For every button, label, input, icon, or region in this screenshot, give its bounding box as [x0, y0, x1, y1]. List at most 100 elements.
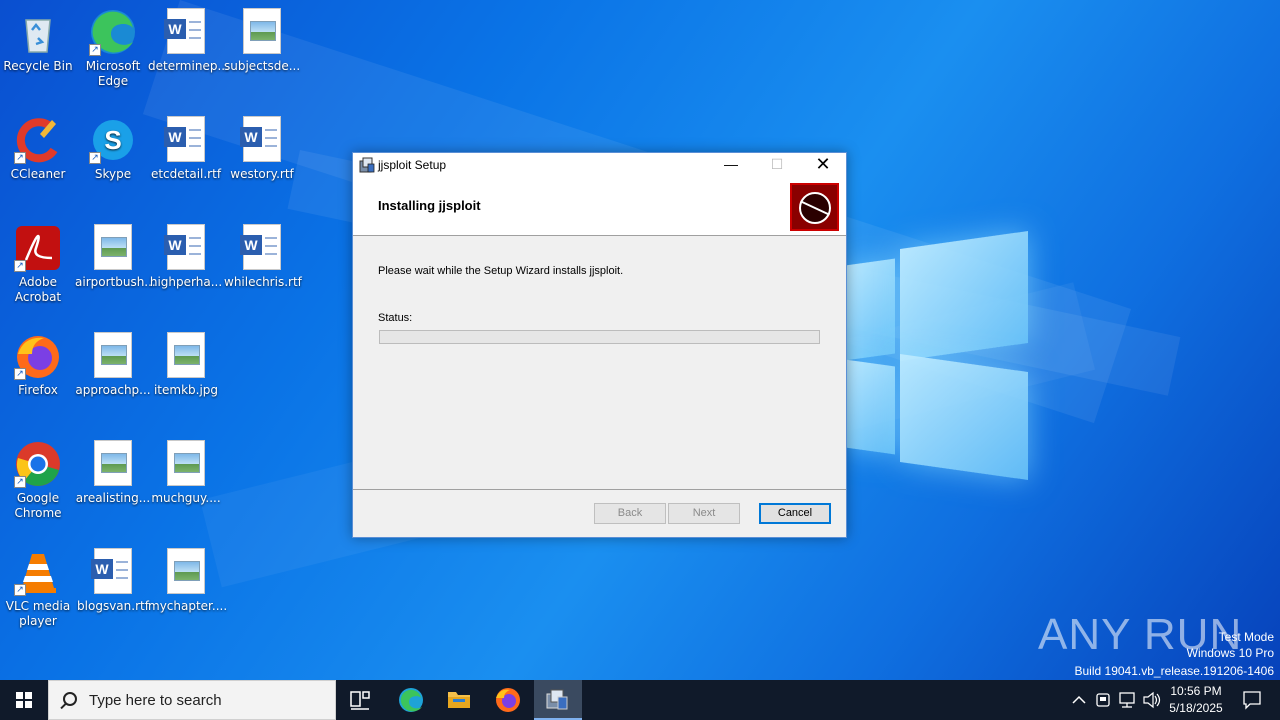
- word-doc-icon: W: [238, 224, 286, 272]
- desktop-icon[interactable]: Wblogsvan.rtf: [75, 544, 151, 614]
- image-file-icon: [162, 548, 210, 596]
- install-progress-bar: [379, 330, 820, 344]
- shortcut-arrow-icon: ↗: [14, 368, 26, 380]
- wizard-message: Please wait while the Setup Wizard insta…: [378, 265, 624, 277]
- image-file-icon: [162, 440, 210, 488]
- desktop-icon[interactable]: ↗ Microsoft Edge: [75, 4, 151, 89]
- desktop-icon-label: Adobe Acrobat: [14, 275, 62, 304]
- search-placeholder: Type here to search: [89, 692, 222, 709]
- next-button[interactable]: Next: [668, 503, 740, 524]
- image-file-icon: [238, 8, 286, 56]
- edge-icon: ↗: [89, 8, 137, 56]
- desktop-icon[interactable]: Wdeterminep...: [148, 4, 229, 74]
- task-view-button[interactable]: [336, 680, 384, 720]
- cancel-button[interactable]: Cancel: [759, 503, 831, 524]
- desktop-icon-label: arealisting...: [75, 491, 151, 505]
- action-center-button[interactable]: [1232, 680, 1272, 720]
- maximize-button[interactable]: ☐: [754, 153, 800, 177]
- svg-text:S: S: [104, 125, 121, 155]
- wizard-heading: Installing jjsploit: [378, 198, 481, 213]
- desktop-icon-label: Recycle Bin: [3, 59, 73, 73]
- search-icon: [63, 692, 77, 706]
- desktop-icon[interactable]: Wwestory.rtf: [224, 112, 300, 182]
- tray-device-button[interactable]: [1092, 680, 1114, 720]
- build-text: Build 19041.vb_release.191206-1406: [1074, 664, 1275, 678]
- setup-window: jjsploit Setup — ☐ ✕ Installing jjsploit…: [352, 152, 847, 538]
- desktop-icon-label: westory.rtf: [230, 167, 294, 181]
- desktop-icon[interactable]: approachp...: [75, 328, 151, 398]
- installer-icon: [546, 689, 568, 710]
- desktop-icon-label: Microsoft Edge: [85, 59, 141, 88]
- desktop-icon[interactable]: Whighperha...: [148, 220, 224, 290]
- installer-icon: [359, 157, 375, 173]
- desktop-icon[interactable]: arealisting...: [75, 436, 151, 506]
- desktop-icon[interactable]: Recycle Bin: [0, 4, 76, 74]
- image-file-icon: [89, 440, 137, 488]
- show-hidden-icons-button[interactable]: [1068, 680, 1090, 720]
- ccleaner-icon: ↗: [14, 116, 62, 164]
- desktop-icon[interactable]: subjectsde...: [224, 4, 300, 74]
- taskbar-edge[interactable]: [386, 680, 434, 720]
- chevron-up-icon: [1072, 695, 1086, 704]
- speaker-icon: [1143, 691, 1161, 709]
- taskbar-file-explorer[interactable]: [435, 680, 483, 720]
- back-button[interactable]: Back: [594, 503, 666, 524]
- word-doc-icon: W: [162, 224, 210, 272]
- footer-divider: [353, 489, 846, 490]
- desktop-icon[interactable]: muchguy....: [148, 436, 224, 506]
- desktop-icon[interactable]: ↗ Firefox: [0, 328, 76, 398]
- start-button[interactable]: [0, 680, 48, 720]
- desktop-icon-label: blogsvan.rtf: [77, 599, 149, 613]
- clock[interactable]: 10:56 PM 5/18/2025: [1164, 680, 1228, 720]
- shortcut-arrow-icon: ↗: [14, 260, 26, 272]
- desktop-icon[interactable]: ↗ VLC media player: [0, 544, 76, 629]
- desktop-icon[interactable]: mychapter....: [148, 544, 228, 614]
- desktop-icon-label: Firefox: [18, 383, 58, 397]
- wizard-banner: Installing jjsploit: [353, 177, 846, 236]
- taskbar-installer[interactable]: [534, 680, 582, 720]
- desktop-icon[interactable]: S ↗ Skype: [75, 112, 151, 182]
- task-view-icon: [350, 691, 370, 710]
- minimize-button[interactable]: —: [708, 153, 754, 177]
- title-bar[interactable]: jjsploit Setup — ☐ ✕: [353, 153, 846, 177]
- desktop-icon[interactable]: airportbush...: [75, 220, 156, 290]
- taskbar: Type here to search 10:56 PM 5/18/2025: [0, 680, 1280, 720]
- desktop-icon-label: muchguy....: [151, 491, 221, 505]
- search-box[interactable]: Type here to search: [48, 680, 336, 720]
- taskbar-firefox[interactable]: [484, 680, 532, 720]
- desktop-icon-label: whilechris.rtf: [224, 275, 302, 289]
- shortcut-arrow-icon: ↗: [14, 152, 26, 164]
- desktop-icon[interactable]: Wwhilechris.rtf: [224, 220, 302, 290]
- network-button[interactable]: [1116, 680, 1138, 720]
- firefox-icon: ↗: [14, 332, 62, 380]
- word-doc-icon: W: [89, 548, 137, 596]
- desktop-icon[interactable]: ↗ Google Chrome: [0, 436, 76, 521]
- desktop-icon[interactable]: itemkb.jpg: [148, 328, 224, 398]
- desktop-icon-label: subjectsde...: [224, 59, 301, 73]
- desktop-icon-label: etcdetail.rtf: [150, 167, 222, 181]
- shortcut-arrow-icon: ↗: [89, 44, 101, 56]
- close-button[interactable]: ✕: [800, 153, 846, 177]
- firefox-icon: [496, 688, 520, 712]
- desktop-icon[interactable]: Wetcdetail.rtf: [148, 112, 224, 182]
- shortcut-arrow-icon: ↗: [14, 476, 26, 488]
- disc-logo-icon: [790, 183, 839, 231]
- desktop-icon-label: mychapter....: [148, 599, 228, 613]
- desktop-icon-label: airportbush...: [75, 275, 156, 289]
- desktop-icon[interactable]: ↗ CCleaner: [0, 112, 76, 182]
- desktop-icon-label: itemkb.jpg: [153, 383, 219, 397]
- word-doc-icon: W: [238, 116, 286, 164]
- windows-start-icon: [16, 692, 32, 708]
- windows-edition-text: Windows 10 Pro: [1186, 646, 1274, 660]
- desktop-icon-label: VLC media player: [5, 599, 71, 628]
- shortcut-arrow-icon: ↗: [89, 152, 101, 164]
- clock-time: 10:56 PM: [1170, 684, 1222, 698]
- word-doc-icon: W: [162, 8, 210, 56]
- desktop-icon-label: determinep...: [148, 59, 229, 73]
- image-file-icon: [89, 332, 137, 380]
- desktop-icon-label: Skype: [94, 167, 132, 181]
- recycle-bin-icon: [14, 8, 62, 56]
- word-doc-icon: W: [162, 116, 210, 164]
- volume-button[interactable]: [1140, 680, 1162, 720]
- desktop-icon[interactable]: ↗ Adobe Acrobat: [0, 220, 76, 305]
